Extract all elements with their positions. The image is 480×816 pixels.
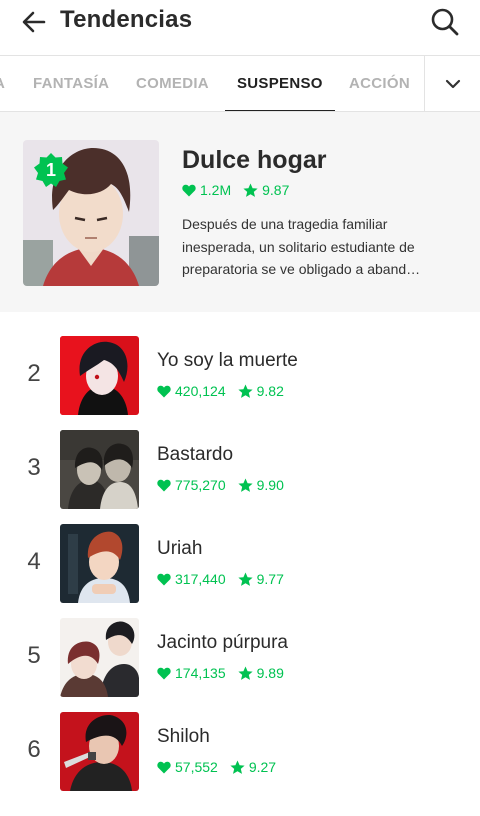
cover-thumbnail xyxy=(60,712,139,791)
featured-title: Dulce hogar xyxy=(182,146,327,174)
heart-icon xyxy=(157,573,171,585)
item-stats: 174,135 9.89 xyxy=(157,665,284,681)
tab-suspenso[interactable]: SUSPENSO xyxy=(225,56,335,111)
heart-icon xyxy=(157,761,171,773)
tab-comedia[interactable]: COMEDIA xyxy=(136,56,209,111)
search-icon xyxy=(431,8,459,36)
item-stats: 775,270 9.90 xyxy=(157,477,284,493)
rating-value: 9.89 xyxy=(256,665,284,681)
rating-value: 9.90 xyxy=(256,477,284,493)
star-icon xyxy=(230,760,245,774)
star-icon xyxy=(243,183,258,197)
page-title: Tendencias xyxy=(60,6,193,33)
list-item[interactable]: 4 Uriah 317,440 9.77 xyxy=(0,524,480,608)
cover-thumbnail xyxy=(60,336,139,415)
cover-thumbnail xyxy=(60,430,139,509)
rank-number: 4 xyxy=(27,548,41,575)
back-button[interactable] xyxy=(16,4,52,40)
heart-icon xyxy=(157,385,171,397)
list-item[interactable]: 6 Shiloh 57,552 9.27 xyxy=(0,712,480,796)
more-genres-button[interactable] xyxy=(424,56,480,111)
list-item[interactable]: 2 Yo soy la muerte 420,124 9.82 xyxy=(0,336,480,420)
genre-tabs: A FANTASÍA COMEDIA SUSPENSO ACCIÓN xyxy=(0,55,480,112)
tab-fantasia[interactable]: FANTASÍA xyxy=(33,56,109,111)
rank-number: 1 xyxy=(45,160,56,180)
rank-badge: 1 xyxy=(33,152,69,188)
cover-thumbnail: 1 xyxy=(23,140,159,286)
top-app-bar: Tendencias xyxy=(0,0,480,44)
rating-value: 9.27 xyxy=(248,759,277,775)
cover-thumbnail xyxy=(60,524,139,603)
cover-thumbnail xyxy=(60,618,139,697)
heart-icon xyxy=(157,479,171,491)
item-stats: 57,552 9.27 xyxy=(157,759,276,775)
item-title: Bastardo xyxy=(157,444,234,465)
featured-title-card[interactable]: 1 Dulce hogar 1.2M 9.87 Después de una t… xyxy=(0,112,480,312)
rank-number: 5 xyxy=(27,642,41,669)
like-count: 57,552 xyxy=(175,759,218,775)
star-icon xyxy=(238,666,253,680)
like-count: 317,440 xyxy=(175,571,226,587)
rating-value: 9.87 xyxy=(262,182,290,198)
search-button[interactable] xyxy=(426,3,464,41)
rank-number: 2 xyxy=(27,360,41,387)
heart-icon xyxy=(182,184,196,196)
rating-value: 9.82 xyxy=(256,383,284,399)
rank-number: 3 xyxy=(27,454,41,481)
featured-description: Después de una tragedia familiar inesper… xyxy=(182,216,421,277)
like-count: 775,270 xyxy=(175,477,226,493)
rating-value: 9.77 xyxy=(256,571,284,587)
like-count: 174,135 xyxy=(175,665,226,681)
heart-icon xyxy=(157,667,171,679)
star-icon xyxy=(238,572,253,586)
rank-number: 6 xyxy=(27,736,41,763)
star-icon xyxy=(238,384,253,398)
featured-stats: 1.2M 9.87 xyxy=(182,182,289,198)
item-title: Jacinto púrpura xyxy=(157,632,288,653)
item-stats: 317,440 9.77 xyxy=(157,571,284,587)
like-count: 420,124 xyxy=(175,383,226,399)
list-item[interactable]: 5 Jacinto púrpura 174,135 9.89 xyxy=(0,618,480,702)
item-title: Yo soy la muerte xyxy=(157,350,298,371)
like-count: 1.2M xyxy=(200,182,232,198)
star-icon xyxy=(238,478,253,492)
chevron-down-icon xyxy=(445,79,460,89)
tab-partial[interactable]: A xyxy=(0,56,5,111)
arrow-left-icon xyxy=(22,11,46,33)
list-item[interactable]: 3 Bastardo 775,270 9.90 xyxy=(0,430,480,514)
item-title: Uriah xyxy=(157,538,203,559)
item-stats: 420,124 9.82 xyxy=(157,383,284,399)
tab-accion[interactable]: ACCIÓN xyxy=(349,56,410,111)
item-title: Shiloh xyxy=(157,726,210,747)
